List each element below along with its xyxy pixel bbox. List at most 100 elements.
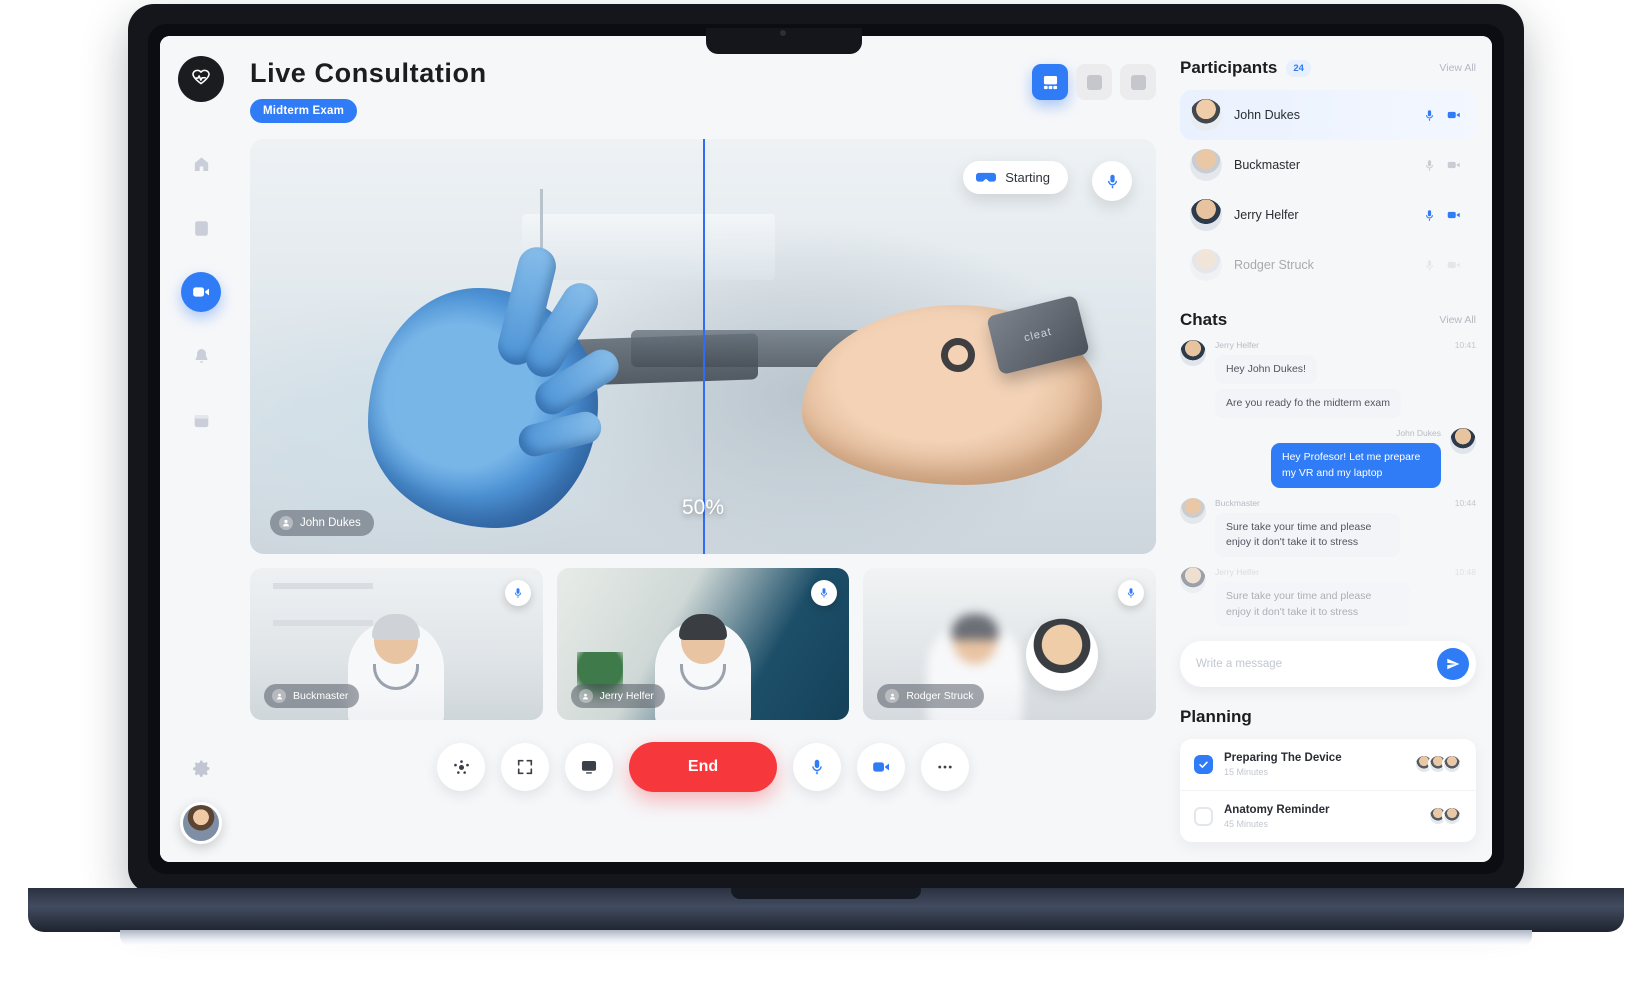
participant-row[interactable]: John Dukes xyxy=(1180,90,1476,140)
more-options-button[interactable] xyxy=(921,743,969,791)
video-camera-icon[interactable] xyxy=(1446,207,1462,223)
people-icon xyxy=(453,759,469,774)
doctor-avatar xyxy=(1026,618,1099,691)
avatar[interactable] xyxy=(180,802,222,844)
chat-message: Buckmaster 10:44 Sure take your time and… xyxy=(1180,497,1476,558)
planning-avatars xyxy=(1414,754,1462,775)
planning-item[interactable]: Preparing The Device 15 Minutes xyxy=(1180,739,1476,790)
sidebar-item-patients[interactable] xyxy=(181,208,221,248)
participants-list: John Dukes Buckmaster Jerry Helfer Rodge… xyxy=(1180,90,1476,290)
video-camera-icon[interactable] xyxy=(1446,257,1462,273)
view-toggle-single[interactable] xyxy=(1120,64,1156,100)
call-controls: End xyxy=(250,742,1156,792)
view-toggle-group xyxy=(1032,64,1156,100)
ellipsis-icon xyxy=(938,765,952,769)
gear-icon[interactable] xyxy=(191,758,212,784)
share-screen-button[interactable] xyxy=(565,743,613,791)
shelf-decor xyxy=(273,583,373,590)
planning-checkbox[interactable] xyxy=(1194,806,1213,826)
participant-status-icons xyxy=(1423,157,1462,173)
participant-row[interactable]: Buckmaster xyxy=(1180,140,1476,190)
split-slider-handle[interactable] xyxy=(703,139,705,554)
participants-header: Participants 24 View All xyxy=(1180,58,1476,78)
thumbnail-tile[interactable]: Jerry Helfer xyxy=(556,568,850,720)
chat-meta: Jerry Helfer 10:41 xyxy=(1215,340,1476,350)
chat-message: Jerry Helfer 10:41 Hey John Dukes! Are y… xyxy=(1180,340,1476,419)
person-icon xyxy=(272,689,286,703)
video-camera-icon[interactable] xyxy=(1446,107,1462,123)
chat-bubble: Hey Profesor! Let me prepare my VR and m… xyxy=(1271,443,1441,488)
chat-meta: Jerry Helfer 10:48 xyxy=(1215,567,1476,577)
participants-button[interactable] xyxy=(437,743,485,791)
stage-speaker-chip: John Dukes xyxy=(270,510,374,536)
stage-microphone-button[interactable] xyxy=(1092,161,1132,201)
laptop-screen: Live Consultation Midterm Exam cleat 50%… xyxy=(160,36,1492,862)
microphone-icon[interactable] xyxy=(1423,259,1436,272)
main-video-stage[interactable]: cleat 50% John Dukes Starting xyxy=(250,139,1156,554)
video-camera-icon[interactable] xyxy=(1446,157,1462,173)
camera-button[interactable] xyxy=(857,743,905,791)
sidebar-item-home[interactable] xyxy=(181,144,221,184)
participants-view-all[interactable]: View All xyxy=(1439,62,1476,74)
end-call-button[interactable]: End xyxy=(629,742,777,792)
participant-row[interactable]: Jerry Helfer xyxy=(1180,190,1476,240)
title-block: Live Consultation Midterm Exam xyxy=(250,58,487,123)
send-button[interactable] xyxy=(1437,647,1469,680)
chat-bubble: Sure take your time and please enjoy it … xyxy=(1215,582,1410,627)
participants-title: Participants xyxy=(1180,58,1278,77)
chat-author: John Dukes xyxy=(1396,428,1441,439)
participant-status-icons xyxy=(1423,207,1462,223)
chats-view-all[interactable]: View All xyxy=(1439,314,1476,326)
chat-meta: John Dukes xyxy=(1396,428,1441,438)
avatar xyxy=(1450,428,1476,455)
microphone-icon xyxy=(1107,174,1117,188)
sidebar-item-notifications[interactable] xyxy=(181,336,221,376)
microphone-icon[interactable] xyxy=(1423,109,1436,122)
send-icon xyxy=(1447,658,1460,669)
chat-author: Jerry Helfer xyxy=(1215,340,1259,350)
thumbnail-name: Rodger Struck xyxy=(906,690,974,702)
chat-message: Jerry Helfer 10:48 Sure take your time a… xyxy=(1180,567,1476,627)
shelf-decor-2 xyxy=(273,619,373,626)
avatar xyxy=(1442,754,1462,775)
message-input[interactable] xyxy=(1196,657,1429,670)
thumbnail-microphone-button[interactable] xyxy=(1118,580,1145,606)
chat-messages: Jerry Helfer 10:41 Hey John Dukes! Are y… xyxy=(1180,340,1476,627)
sidebar-item-calendar[interactable] xyxy=(181,400,221,440)
microphone-icon[interactable] xyxy=(1423,159,1436,172)
microphone-icon[interactable] xyxy=(1423,209,1436,222)
participant-thumbnails: Buckmaster Jerry Helfer Rodger Struck xyxy=(250,568,1157,720)
planning-list: Preparing The Device 15 Minutes Anatomy … xyxy=(1180,738,1476,842)
participant-status-icons xyxy=(1423,257,1462,273)
thumbnail-tile[interactable]: Rodger Struck xyxy=(863,568,1157,720)
laptop-base xyxy=(28,888,1624,932)
participants-title-group: Participants 24 xyxy=(1180,58,1311,78)
participant-name: Buckmaster xyxy=(1234,158,1300,172)
planning-checkbox[interactable] xyxy=(1194,754,1213,774)
thumbnail-tile[interactable]: Buckmaster xyxy=(250,568,543,720)
view-toggle-grid[interactable] xyxy=(1032,64,1068,100)
session-status-pill: Starting xyxy=(963,161,1068,194)
heart-pulse-icon xyxy=(178,56,224,102)
thumbnail-microphone-button[interactable] xyxy=(811,580,838,606)
main-header: Live Consultation Midterm Exam xyxy=(250,58,1156,123)
webcam-icon xyxy=(780,30,786,36)
thumbnail-microphone-button[interactable] xyxy=(504,580,531,606)
expand-button[interactable] xyxy=(501,743,549,791)
view-toggle-split[interactable] xyxy=(1076,64,1112,100)
person-silhouette xyxy=(348,614,445,720)
chat-composer[interactable] xyxy=(1180,640,1476,687)
avatar xyxy=(1190,249,1222,281)
chat-message: John Dukes Hey Profesor! Let me prepare … xyxy=(1180,428,1476,488)
planning-item[interactable]: Anatomy Reminder 45 Minutes xyxy=(1180,789,1476,842)
participant-name: John Dukes xyxy=(1234,108,1301,122)
planning-text: Anatomy Reminder 45 Minutes xyxy=(1224,804,1417,829)
planning-duration: 15 Minutes xyxy=(1224,766,1269,777)
participant-status-icons xyxy=(1423,107,1462,123)
sidebar-item-consultation[interactable] xyxy=(181,272,221,312)
participant-row[interactable]: Rodger Struck xyxy=(1180,240,1476,290)
chat-body: John Dukes Hey Profesor! Let me prepare … xyxy=(1180,428,1441,488)
microphone-button[interactable] xyxy=(793,743,841,791)
planning-avatars xyxy=(1428,806,1462,827)
avatar xyxy=(1190,199,1222,231)
